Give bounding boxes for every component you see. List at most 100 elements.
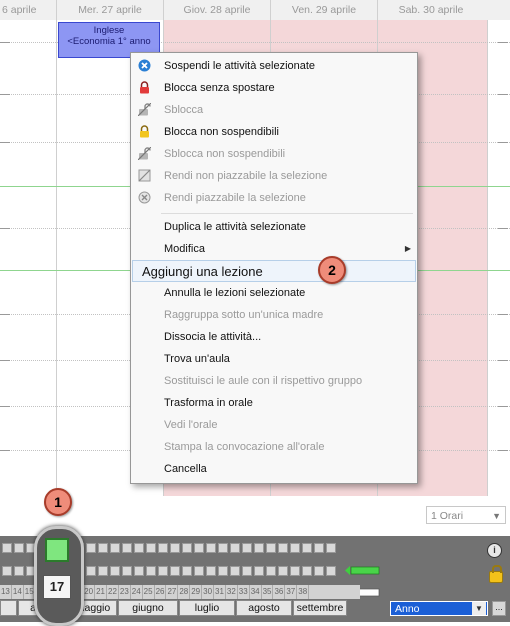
week-cell[interactable] xyxy=(254,543,264,553)
menu-item-sospendi[interactable]: Sospendi le attività selezionate xyxy=(131,55,417,77)
lock-icon[interactable] xyxy=(489,565,503,583)
menu-item-raggruppa[interactable]: Raggruppa sotto un'unica madre xyxy=(131,304,417,326)
green-arrow-icon[interactable] xyxy=(345,566,380,575)
week-cell[interactable] xyxy=(266,566,276,576)
menu-item-blocca-non-sospendibili[interactable]: Blocca non sospendibili xyxy=(131,121,417,143)
week-cell[interactable] xyxy=(170,566,180,576)
week-number[interactable]: 23 xyxy=(119,585,131,599)
week-cell[interactable] xyxy=(242,543,252,553)
menu-item-trova-aula[interactable]: Trova un'aula xyxy=(131,348,417,370)
week-number[interactable]: 20 xyxy=(83,585,96,599)
month-tab-luglio[interactable]: luglio xyxy=(179,600,235,616)
week-cell[interactable] xyxy=(266,543,276,553)
week-number[interactable]: 33 xyxy=(238,585,250,599)
week-number[interactable]: 21 xyxy=(95,585,108,599)
menu-item-vedi-orale[interactable]: Vedi l'orale xyxy=(131,414,417,436)
week-cell[interactable] xyxy=(314,566,324,576)
week-cell[interactable] xyxy=(254,566,264,576)
week-cell[interactable] xyxy=(230,566,240,576)
week-number[interactable]: 29 xyxy=(190,585,203,599)
week-cell[interactable] xyxy=(98,543,108,553)
chevron-down-icon[interactable]: ▼ xyxy=(472,602,486,615)
week-cell[interactable] xyxy=(314,543,324,553)
week-cell[interactable] xyxy=(242,566,252,576)
week-cell[interactable] xyxy=(170,543,180,553)
week-number[interactable]: 22 xyxy=(107,585,119,599)
week-cell[interactable] xyxy=(86,543,96,553)
week-cell[interactable] xyxy=(14,566,24,576)
week-cell[interactable] xyxy=(206,543,216,553)
month-tab-agosto[interactable]: agosto xyxy=(236,600,292,616)
week-cell[interactable] xyxy=(14,543,24,553)
week-number[interactable]: 14 xyxy=(12,585,24,599)
month-tab-prev[interactable] xyxy=(0,600,17,616)
orari-select[interactable]: 1 Orari ▼ xyxy=(426,506,506,524)
week-cell[interactable] xyxy=(230,543,240,553)
week-cell[interactable] xyxy=(194,566,204,576)
week-number[interactable]: 26 xyxy=(155,585,167,599)
menu-item-sostituisci-aule[interactable]: Sostituisci le aule con il rispettivo gr… xyxy=(131,370,417,392)
week-cell[interactable] xyxy=(122,566,132,576)
week-number[interactable]: 24 xyxy=(131,585,143,599)
menu-item-blocca-senza-spostare[interactable]: Blocca senza spostare xyxy=(131,77,417,99)
week-cell[interactable] xyxy=(134,543,144,553)
week-number[interactable]: 35 xyxy=(262,585,274,599)
menu-item-annulla-lezioni[interactable]: Annulla le lezioni selezionate xyxy=(131,282,417,304)
week-cell[interactable] xyxy=(86,566,96,576)
week-cell[interactable] xyxy=(182,566,192,576)
menu-item-trasforma-orale[interactable]: Trasforma in orale xyxy=(131,392,417,414)
week-number[interactable]: 28 xyxy=(178,585,191,599)
week-cell[interactable] xyxy=(278,543,288,553)
week-cell[interactable] xyxy=(158,566,168,576)
week-cell[interactable] xyxy=(218,566,228,576)
week-cell[interactable] xyxy=(182,543,192,553)
week-cell[interactable] xyxy=(98,566,108,576)
week-cell[interactable] xyxy=(326,566,336,576)
menu-item-duplica[interactable]: Duplica le attività selezionate xyxy=(131,216,417,238)
selected-week-cell[interactable] xyxy=(45,538,69,562)
menu-item-rendi-piazzabile[interactable]: Rendi piazzabile la selezione xyxy=(131,187,417,209)
menu-item-dissocia[interactable]: Dissocia le attività... xyxy=(131,326,417,348)
week-cell[interactable] xyxy=(290,566,300,576)
week-number[interactable]: 34 xyxy=(250,585,262,599)
week-cell[interactable] xyxy=(110,543,120,553)
week-number[interactable]: 32 xyxy=(226,585,238,599)
week-cell[interactable] xyxy=(302,566,312,576)
week-number[interactable]: 37 xyxy=(285,585,298,599)
week-cell[interactable] xyxy=(2,543,12,553)
info-icon[interactable]: i xyxy=(487,543,502,558)
week-cell[interactable] xyxy=(134,566,144,576)
menu-item-modifica[interactable]: Modifica ▶ xyxy=(131,238,417,260)
selected-week-number[interactable]: 17 xyxy=(43,575,71,599)
week-number[interactable]: 25 xyxy=(143,585,155,599)
more-button[interactable]: ... xyxy=(492,601,506,616)
menu-item-stampa-convocazione[interactable]: Stampa la convocazione all'orale xyxy=(131,436,417,458)
menu-item-aggiungi-lezione[interactable]: Aggiungi una lezione xyxy=(132,260,416,282)
week-number[interactable]: 38 xyxy=(297,585,310,599)
menu-item-sblocca-non-sospendibili[interactable]: Sblocca non sospendibili xyxy=(131,143,417,165)
week-cell[interactable] xyxy=(110,566,120,576)
week-cell[interactable] xyxy=(158,543,168,553)
week-number[interactable]: 31 xyxy=(214,585,226,599)
menu-item-cancella[interactable]: Cancella xyxy=(131,458,417,480)
week-cell[interactable] xyxy=(290,543,300,553)
week-cell[interactable] xyxy=(146,566,156,576)
week-cell[interactable] xyxy=(122,543,132,553)
month-tab-settembre[interactable]: settembre xyxy=(293,600,347,616)
not-placeable-icon xyxy=(138,169,151,182)
week-cell[interactable] xyxy=(302,543,312,553)
week-cell[interactable] xyxy=(194,543,204,553)
week-number[interactable]: 30 xyxy=(202,585,215,599)
menu-item-rendi-non-piazzabile[interactable]: Rendi non piazzabile la selezione xyxy=(131,165,417,187)
week-cell[interactable] xyxy=(2,566,12,576)
week-cell[interactable] xyxy=(206,566,216,576)
week-number[interactable]: 27 xyxy=(166,585,179,599)
week-cell[interactable] xyxy=(218,543,228,553)
week-cell[interactable] xyxy=(278,566,288,576)
menu-item-sblocca[interactable]: Sblocca xyxy=(131,99,417,121)
week-number[interactable]: 13 xyxy=(0,585,12,599)
week-number[interactable]: 36 xyxy=(273,585,286,599)
month-tab-giugno[interactable]: giugno xyxy=(118,600,178,616)
week-cell[interactable] xyxy=(146,543,156,553)
week-cell[interactable] xyxy=(326,543,336,553)
